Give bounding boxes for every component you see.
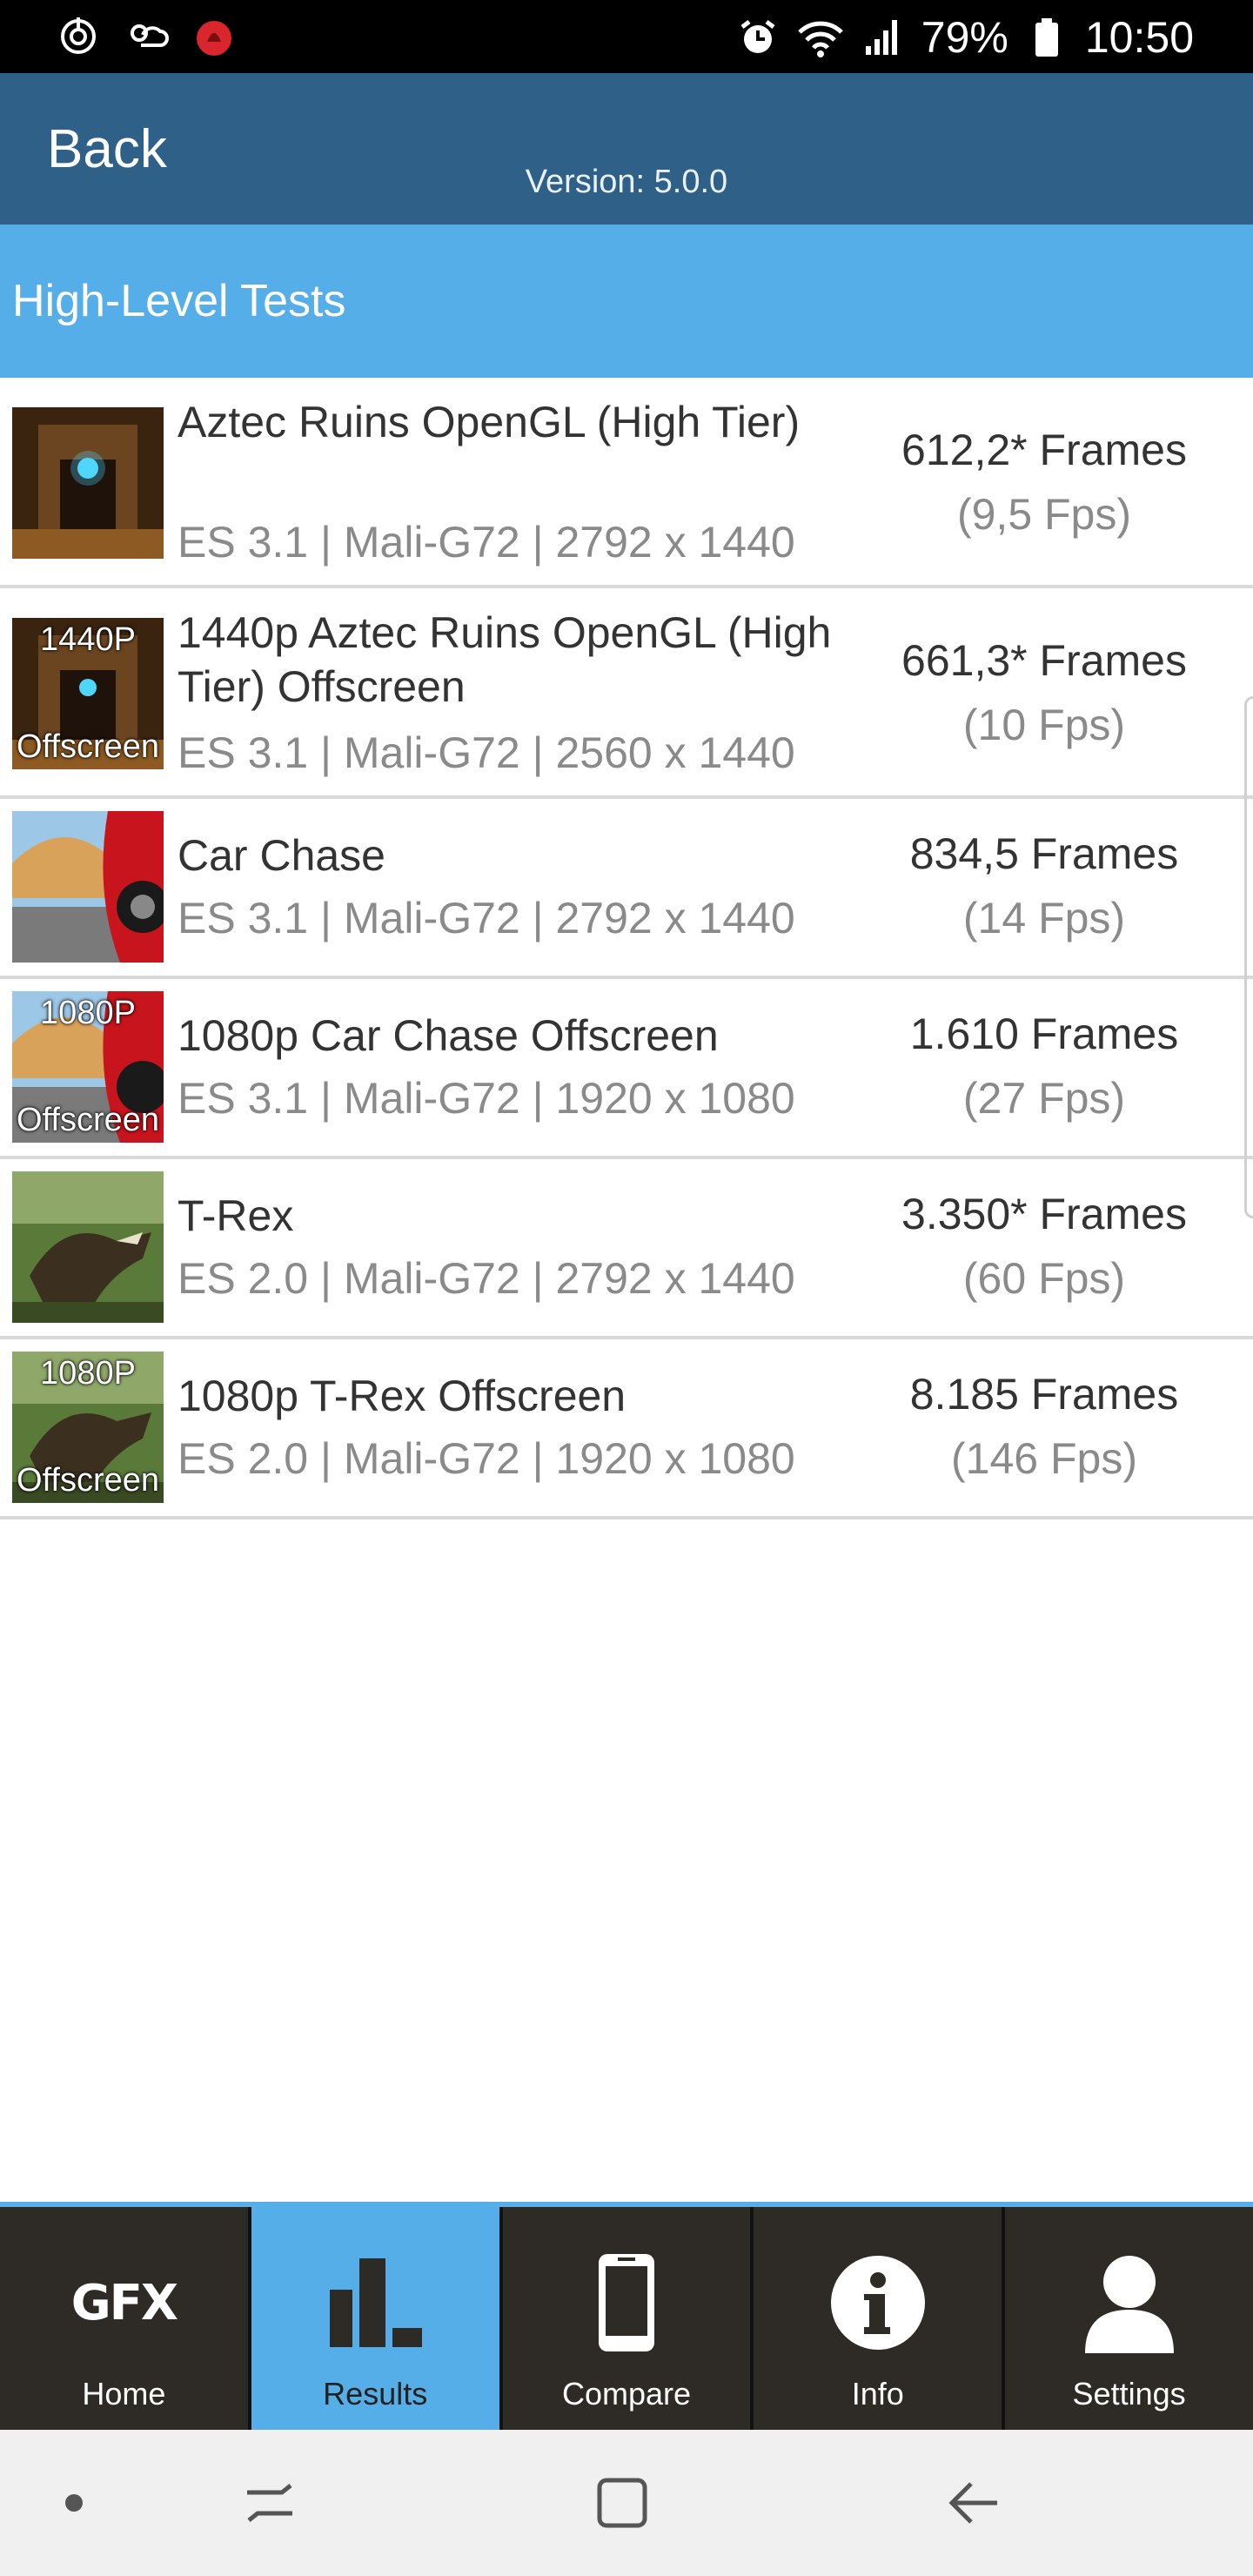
test-thumbnail: 1440P Offscreen <box>12 618 164 769</box>
thumbnail-resolution-tag: 1080P <box>40 1355 136 1392</box>
tab-compare[interactable]: Compare <box>503 2207 754 2430</box>
section-title: High-Level Tests <box>12 276 346 326</box>
test-spec: ES 3.1 | Mali-G72 | 2560 x 1440 <box>178 728 795 777</box>
test-spec: ES 3.1 | Mali-G72 | 2792 x 1440 <box>178 518 795 567</box>
test-spec: ES 3.1 | Mali-G72 | 2792 x 1440 <box>178 894 795 943</box>
test-list: Aztec Ruins OpenGL (High Tier) ES 3.1 | … <box>0 378 1253 1519</box>
test-row[interactable]: 1440P Offscreen 1440p Aztec Ruins OpenGL… <box>0 588 1253 799</box>
test-fps: (14 Fps) <box>962 894 1126 943</box>
test-fps: (10 Fps) <box>962 701 1126 749</box>
tab-info[interactable]: Info <box>754 2207 1006 2430</box>
test-name: 1440p Aztec Ruins OpenGL (High Tier) Off… <box>178 608 832 711</box>
tab-label: Home <box>82 2376 166 2412</box>
thumbnail-resolution-tag: 1440P <box>40 621 136 658</box>
test-name: 1080p Car Chase Offscreen <box>178 1011 719 1060</box>
scroll-indicator[interactable] <box>1244 696 1253 1218</box>
test-spec: ES 2.0 | Mali-G72 | 1920 x 1080 <box>178 1434 795 1483</box>
test-fps: (9,5 Fps) <box>956 490 1132 539</box>
test-name: T-Rex <box>178 1191 294 1240</box>
app-bar: Back Version: 5.0.0 <box>0 73 1253 225</box>
tab-label: Results <box>323 2376 428 2412</box>
tab-results[interactable]: Results <box>251 2207 503 2430</box>
test-score: 661,3* Frames <box>901 636 1187 685</box>
phone-icon <box>503 2251 751 2355</box>
test-row[interactable]: Aztec Ruins OpenGL (High Tier) ES 3.1 | … <box>0 378 1253 588</box>
test-score: 612,2* Frames <box>901 426 1187 474</box>
thumbnail-offscreen-tag: Offscreen <box>16 1462 160 1499</box>
test-score: 1.610 Frames <box>909 1010 1179 1058</box>
test-row[interactable]: T-Rex ES 2.0 | Mali-G72 | 2792 x 1440 3.… <box>0 1159 1253 1339</box>
clock: 10:50 <box>1084 13 1194 62</box>
tab-label: Settings <box>1072 2376 1186 2412</box>
test-row[interactable]: 1080P Offscreen 1080p T-Rex Offscreen ES… <box>0 1339 1253 1519</box>
test-row[interactable]: Car Chase ES 3.1 | Mali-G72 | 2792 x 144… <box>0 799 1253 979</box>
gfx-logo-icon: GFX <box>0 2251 248 2355</box>
test-fps: (27 Fps) <box>962 1074 1126 1123</box>
test-name: 1080p T-Rex Offscreen <box>178 1372 626 1420</box>
test-spec: ES 3.1 | Mali-G72 | 1920 x 1080 <box>178 1074 795 1123</box>
alarm-icon <box>734 13 782 62</box>
bar-chart-icon <box>251 2251 499 2355</box>
test-thumbnail <box>12 1171 164 1323</box>
test-spec: ES 2.0 | Mali-G72 | 2792 x 1440 <box>178 1254 795 1303</box>
user-icon <box>1005 2251 1253 2355</box>
test-thumbnail: 1080P Offscreen <box>12 1352 164 1503</box>
test-score: 3.350* Frames <box>901 1190 1187 1238</box>
tab-label: Compare <box>561 2376 692 2412</box>
recent-apps-icon[interactable] <box>235 2430 305 2576</box>
gfx-logo: GFX <box>70 2274 178 2331</box>
nav-dot-icon[interactable] <box>52 2430 96 2576</box>
status-bar: 79% 10:50 <box>0 0 1253 73</box>
section-header: High-Level Tests <box>0 225 1253 378</box>
test-score: 834,5 Frames <box>909 829 1179 878</box>
test-name: Car Chase <box>178 831 385 880</box>
test-thumbnail: 1080P Offscreen <box>12 991 164 1143</box>
sync-icon <box>54 12 103 61</box>
test-fps: (60 Fps) <box>962 1254 1126 1303</box>
back-nav-icon[interactable] <box>940 2430 1009 2576</box>
signal-icon <box>859 13 908 62</box>
test-thumbnail <box>12 811 164 963</box>
thumbnail-resolution-tag: 1080P <box>40 995 136 1031</box>
test-row[interactable]: 1080P Offscreen 1080p Car Chase Offscree… <box>0 979 1253 1159</box>
test-name: Aztec Ruins OpenGL (High Tier) <box>178 398 801 446</box>
test-score: 8.185 Frames <box>909 1370 1179 1419</box>
info-icon <box>754 2251 1002 2355</box>
home-icon[interactable] <box>583 2430 661 2576</box>
system-navigation-bar <box>0 2430 1253 2576</box>
weather-icon <box>122 12 171 61</box>
tab-settings[interactable]: Settings <box>1005 2207 1253 2430</box>
test-fps: (146 Fps) <box>951 1434 1137 1483</box>
battery-percent: 79% <box>921 13 1008 62</box>
app-notification-icon <box>190 12 238 61</box>
tab-label: Info <box>851 2376 904 2412</box>
tab-home[interactable]: GFX Home <box>0 2207 251 2430</box>
thumbnail-offscreen-tag: Offscreen <box>16 728 160 765</box>
thumbnail-offscreen-tag: Offscreen <box>16 1102 160 1138</box>
battery-icon <box>1022 13 1071 62</box>
version-label: Version: 5.0.0 <box>525 164 728 200</box>
wifi-icon <box>796 13 845 62</box>
bottom-tab-bar: GFX Home Results Compare Info Settings <box>0 2202 1253 2430</box>
test-thumbnail <box>12 407 164 559</box>
